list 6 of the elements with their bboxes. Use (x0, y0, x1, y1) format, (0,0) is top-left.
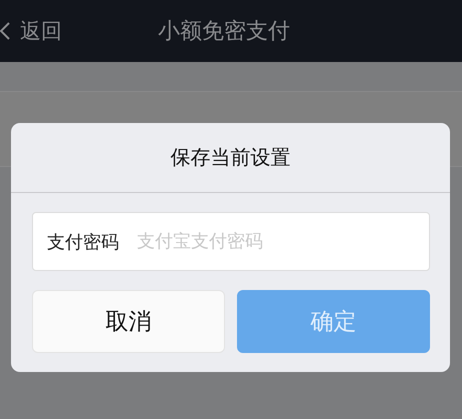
back-button[interactable]: 返回 (0, 17, 66, 45)
page-title: 小额免密支付 (158, 18, 290, 46)
dialog-title: 保存当前设置 (11, 123, 450, 193)
back-icon (0, 22, 10, 40)
field-label: 支付密码 (47, 230, 119, 254)
cancel-button[interactable]: 取消 (32, 290, 225, 353)
